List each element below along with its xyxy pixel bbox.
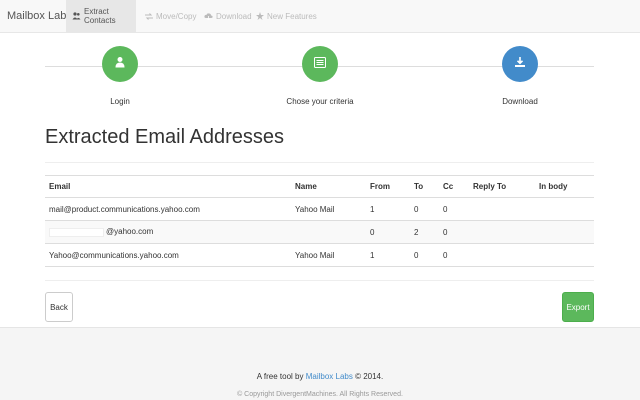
actions-divider: [45, 280, 594, 281]
cell-to: 2: [410, 220, 439, 244]
download-icon: [514, 55, 526, 73]
contacts-table: Email Name From To Cc Reply To In body m…: [45, 175, 594, 267]
footer-suffix: © 2014.: [355, 372, 384, 381]
column-header-name[interactable]: Name: [291, 175, 366, 198]
cell-to: 0: [410, 197, 439, 221]
cloud-download-icon: [204, 12, 213, 20]
footer-credit: A free tool by Mailbox Labs © 2014.: [0, 372, 640, 381]
column-header-cc[interactable]: Cc: [439, 175, 469, 198]
nav-new-features-label: New Features: [267, 11, 317, 21]
swap-arrows-icon: [145, 12, 153, 20]
top-navbar: Mailbox Labs Extract Contacts Move/Copy …: [0, 0, 640, 33]
export-button[interactable]: Export: [562, 292, 594, 322]
cell-cc: 0: [439, 197, 469, 221]
cell-in-body: [535, 220, 594, 244]
cell-name: [291, 220, 366, 244]
step-login-circle: [102, 46, 138, 82]
column-header-to[interactable]: To: [410, 175, 439, 198]
step-login-label: Login: [110, 97, 130, 106]
nav-extract-contacts-label: Extract Contacts: [84, 7, 116, 25]
column-header-email[interactable]: Email: [45, 175, 291, 198]
nav-new-features[interactable]: New Features: [256, 0, 317, 32]
cell-email: mail@product.communications.yahoo.com: [45, 197, 291, 221]
footer-prefix: A free tool by: [256, 372, 304, 381]
step-download-circle: [502, 46, 538, 82]
cell-from: 1: [366, 243, 410, 267]
footer-mailbox-labs-link[interactable]: Mailbox Labs: [306, 372, 353, 381]
star-icon: [256, 12, 264, 20]
table-row: mail@product.communications.yahoo.com Ya…: [45, 197, 594, 221]
cell-from: 1: [366, 197, 410, 221]
step-criteria-circle: [302, 46, 338, 82]
cell-cc: 0: [439, 243, 469, 267]
nav-download[interactable]: Download: [204, 0, 252, 32]
cell-reply-to: [469, 197, 535, 221]
cell-reply-to: [469, 243, 535, 267]
page-title: Extracted Email Addresses: [45, 126, 284, 148]
cell-cc: 0: [439, 220, 469, 244]
cell-from: 0: [366, 220, 410, 244]
user-icon: [114, 55, 126, 73]
title-divider: [45, 162, 594, 163]
column-header-in-body[interactable]: In body: [535, 175, 594, 198]
cell-email-text: @yahoo.com: [106, 227, 154, 237]
table-header-row: Email Name From To Cc Reply To In body: [45, 175, 594, 198]
column-header-from[interactable]: From: [366, 175, 410, 198]
nav-move-copy[interactable]: Move/Copy: [145, 0, 196, 32]
cell-reply-to: [469, 220, 535, 244]
column-header-reply-to[interactable]: Reply To: [469, 175, 535, 198]
step-download-label: Download: [502, 97, 538, 106]
table-row: Yahoo@communications.yahoo.com Yahoo Mai…: [45, 243, 594, 267]
brand-logo[interactable]: Mailbox Labs: [7, 10, 72, 22]
users-icon: [72, 12, 81, 20]
cell-in-body: [535, 243, 594, 267]
nav-extract-contacts[interactable]: Extract Contacts: [66, 0, 136, 32]
nav-download-label: Download: [216, 11, 252, 21]
cell-email: @yahoo.com: [45, 220, 291, 244]
redacted-box: [49, 227, 104, 237]
page-footer: A free tool by Mailbox Labs © 2014. © Co…: [0, 327, 640, 400]
nav-move-copy-label: Move/Copy: [156, 11, 197, 21]
back-button[interactable]: Back: [45, 292, 73, 322]
cell-name: Yahoo Mail: [291, 197, 366, 221]
list-icon: [314, 55, 326, 73]
cell-email: Yahoo@communications.yahoo.com: [45, 243, 291, 267]
table-row: @yahoo.com 0 2 0: [45, 220, 594, 244]
cell-in-body: [535, 197, 594, 221]
step-criteria-label: Chose your criteria: [286, 97, 354, 106]
footer-copyright: © Copyright DivergentMachines. All Right…: [237, 391, 403, 398]
cell-name: Yahoo Mail: [291, 243, 366, 267]
cell-to: 0: [410, 243, 439, 267]
